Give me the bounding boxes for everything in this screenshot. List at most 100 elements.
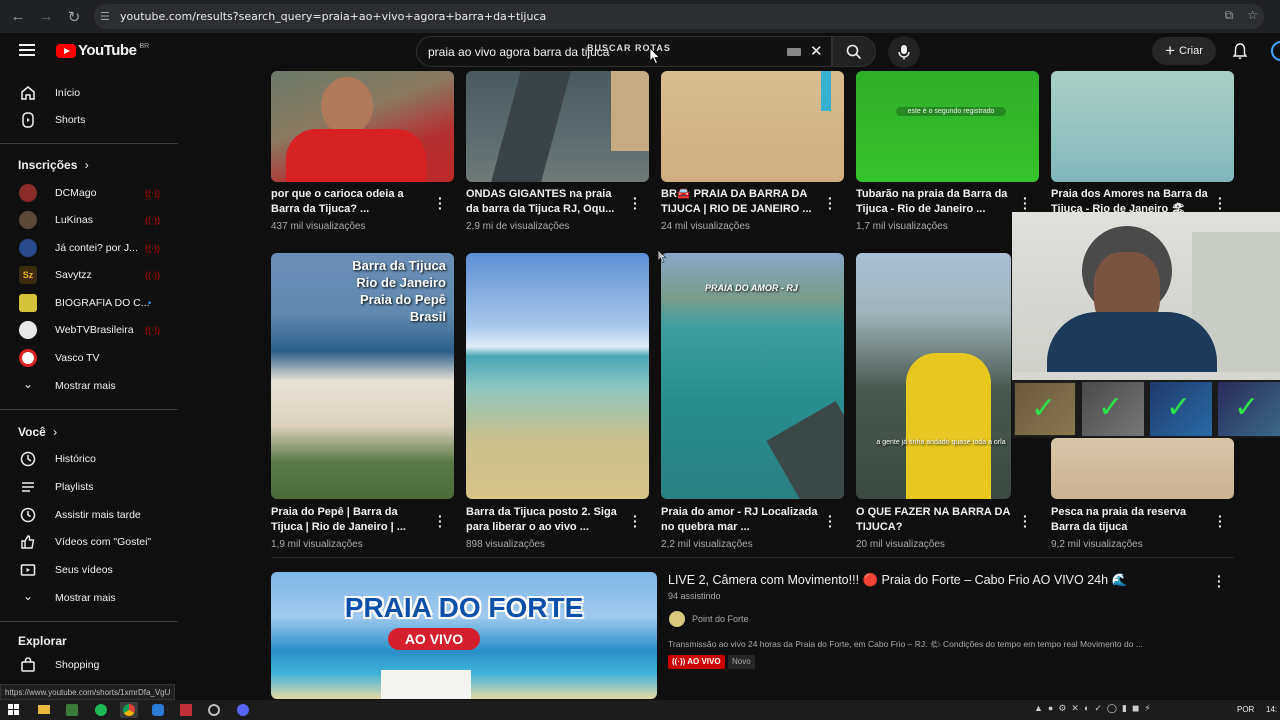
video-title[interactable]: Praia do amor - RJ Localizada no quebra … bbox=[661, 505, 819, 535]
new-badge: Novo bbox=[728, 655, 755, 669]
video-title[interactable]: Pesca na praia da reserva Barra da tijuc… bbox=[1051, 505, 1209, 535]
video-thumbnail[interactable] bbox=[271, 71, 454, 182]
address-bar[interactable]: ☰ youtube.com/results?search_query=praia… bbox=[94, 4, 1264, 29]
language-indicator[interactable]: POR bbox=[1237, 705, 1254, 714]
sidebar-item-your-videos[interactable]: Seus vídeos bbox=[0, 557, 178, 583]
video-title[interactable]: por que o carioca odeia a Barra da Tijuc… bbox=[271, 187, 429, 217]
sidebar-item-label: Assistir mais tarde bbox=[55, 509, 141, 521]
app-icon[interactable] bbox=[152, 704, 164, 716]
sidebar-item-watch-later[interactable]: Assistir mais tarde bbox=[0, 502, 178, 528]
avatar[interactable] bbox=[1271, 41, 1280, 61]
video-views: 2,2 mil visualizações bbox=[661, 539, 753, 550]
yellow-shirt bbox=[906, 353, 991, 499]
clear-search-icon[interactable]: ✕ bbox=[810, 42, 823, 60]
new-content-dot-icon: • bbox=[148, 298, 152, 308]
search-input[interactable]: praia ao vivo agora barra da tijuca BUSC… bbox=[416, 36, 832, 67]
discord-icon[interactable] bbox=[237, 704, 249, 716]
sidebar-sub-webtv[interactable]: WebTVBrasileira ((·)) bbox=[0, 317, 178, 343]
app-icon[interactable] bbox=[66, 704, 78, 716]
channel-avatar: Sz bbox=[19, 266, 37, 284]
video-title[interactable]: ONDAS GIGANTES na praia da barra da Tiju… bbox=[466, 187, 624, 217]
sidebar-item-liked-videos[interactable]: Vídeos com "Gostei" bbox=[0, 529, 178, 555]
install-icon[interactable]: ⧉ bbox=[1225, 8, 1234, 23]
video-views: 9,2 mil visualizações bbox=[1051, 539, 1143, 550]
sidebar-divider bbox=[0, 143, 178, 144]
sidebar-you-show-more[interactable]: ⌄ Mostrar mais bbox=[0, 585, 178, 611]
app-icon[interactable] bbox=[208, 704, 220, 716]
video-thumbnail[interactable] bbox=[466, 71, 649, 182]
thumbnail-caption-line: Rio de Janeiro bbox=[356, 275, 446, 290]
sidebar-sub-ja-contei[interactable]: Já contei? por J... ((·)) bbox=[0, 235, 178, 261]
windows-start-icon[interactable] bbox=[8, 704, 19, 715]
notifications-bell-icon[interactable] bbox=[1231, 42, 1249, 60]
more-actions-icon[interactable]: · · · bbox=[633, 509, 638, 533]
home-icon bbox=[21, 86, 35, 100]
sidebar-item-home[interactable]: Início bbox=[0, 80, 178, 106]
search-button[interactable] bbox=[832, 36, 876, 67]
bookmark-star-icon[interactable]: ☆ bbox=[1247, 8, 1258, 23]
sidebar-sub-lukinas[interactable]: LuKinas ((·)) bbox=[0, 207, 178, 233]
sidebar-item-history[interactable]: Histórico bbox=[0, 446, 178, 472]
video-thumbnail[interactable] bbox=[466, 253, 649, 499]
more-actions-icon[interactable]: · · · bbox=[1023, 509, 1028, 533]
channel-avatar[interactable] bbox=[669, 611, 685, 627]
more-actions-icon[interactable]: · · · bbox=[828, 191, 833, 215]
sidebar-subs-show-more[interactable]: ⌄ Mostrar mais bbox=[0, 373, 178, 399]
video-title[interactable]: BR🚘 PRAIA DA BARRA DA TIJUCA | RIO DE JA… bbox=[661, 187, 819, 217]
create-button[interactable]: + Criar bbox=[1152, 37, 1216, 65]
video-thumbnail[interactable]: Barra da Tijuca Rio de Janeiro Praia do … bbox=[271, 253, 454, 499]
sidebar-sub-biografia[interactable]: BIOGRAFIA DO C... • bbox=[0, 290, 178, 316]
sidebar-item-shopping[interactable]: Shopping bbox=[0, 652, 178, 678]
sidebar-sub-vasco[interactable]: Vasco TV bbox=[0, 345, 178, 371]
channel-name[interactable]: Point do Forte bbox=[692, 614, 749, 624]
live-indicator-icon: ((·)) bbox=[145, 188, 160, 198]
reload-icon[interactable]: ↻ bbox=[64, 8, 84, 26]
video-title[interactable]: Praia do Pepê | Barra da Tijuca | Rio de… bbox=[271, 505, 429, 535]
video-thumbnail[interactable] bbox=[1051, 438, 1234, 499]
youtube-logo[interactable]: YouTube BR bbox=[56, 42, 149, 59]
more-actions-icon[interactable]: · · · bbox=[1217, 569, 1222, 593]
video-thumbnail[interactable] bbox=[1051, 71, 1234, 182]
video-title[interactable]: Barra da Tijuca posto 2. Siga para liber… bbox=[466, 505, 624, 535]
you-heading[interactable]: Você › bbox=[18, 425, 57, 439]
live-indicator-icon: ((·)) bbox=[145, 270, 160, 280]
more-actions-icon[interactable]: · · · bbox=[1218, 191, 1223, 215]
browser-toolbar: ← → ↻ ☰ youtube.com/results?search_query… bbox=[0, 0, 1280, 33]
chrome-icon[interactable] bbox=[120, 702, 138, 718]
spotify-icon[interactable] bbox=[95, 704, 107, 716]
live-video-title[interactable]: LIVE 2, Câmera com Movimento!!! 🔴 Praia … bbox=[668, 573, 1188, 588]
viewer-count: 94 assistindo bbox=[668, 591, 721, 601]
more-actions-icon[interactable]: · · · bbox=[438, 509, 443, 533]
more-actions-icon[interactable]: · · · bbox=[1023, 191, 1028, 215]
clock[interactable]: 14: bbox=[1266, 705, 1277, 714]
video-title[interactable]: Tubarão na praia da Barra da Tijuca - Ri… bbox=[856, 187, 1014, 217]
more-actions-icon[interactable]: · · · bbox=[828, 509, 833, 533]
chevron-down-icon: ⌄ bbox=[22, 589, 34, 603]
keyboard-icon[interactable] bbox=[787, 48, 801, 56]
building bbox=[611, 71, 649, 151]
subscriptions-heading[interactable]: Inscrições › bbox=[18, 158, 89, 172]
back-icon[interactable]: ← bbox=[8, 8, 28, 25]
video-thumbnail[interactable] bbox=[661, 71, 844, 182]
app-icon[interactable] bbox=[180, 704, 192, 716]
voice-search-button[interactable] bbox=[888, 36, 920, 68]
sidebar-item-shorts[interactable]: Shorts bbox=[0, 107, 178, 133]
more-actions-icon[interactable]: · · · bbox=[438, 191, 443, 215]
forward-icon[interactable]: → bbox=[36, 8, 56, 25]
sidebar-sub-dcmago[interactable]: DCMago ((·)) bbox=[0, 180, 178, 206]
video-thumbnail[interactable]: este é o segundo registrado bbox=[856, 71, 1039, 182]
file-explorer-icon[interactable] bbox=[38, 705, 50, 714]
more-actions-icon[interactable]: · · · bbox=[1218, 509, 1223, 533]
sidebar-item-playlists[interactable]: Playlists bbox=[0, 474, 178, 500]
thumbnail-live-badge: AO VIVO bbox=[388, 628, 480, 650]
video-thumbnail[interactable]: a gente já tinha andado quase toda a orl… bbox=[856, 253, 1011, 499]
video-thumbnail[interactable]: PRAIA DO AMOR - RJ bbox=[661, 253, 844, 499]
sidebar-sub-savytzz[interactable]: Sz Savytzz ((·)) bbox=[0, 262, 178, 288]
thumbnail-caption-line: Brasil bbox=[409, 309, 446, 324]
video-title[interactable]: O QUE FAZER NA BARRA DA TIJUCA? bbox=[856, 505, 1014, 535]
menu-icon[interactable] bbox=[19, 44, 35, 56]
more-actions-icon[interactable]: · · · bbox=[633, 191, 638, 215]
sidebar-item-label: Histórico bbox=[55, 453, 96, 465]
site-info-icon[interactable]: ☰ bbox=[100, 10, 114, 24]
live-video-thumbnail[interactable]: PRAIA DO FORTE AO VIVO bbox=[271, 572, 657, 699]
